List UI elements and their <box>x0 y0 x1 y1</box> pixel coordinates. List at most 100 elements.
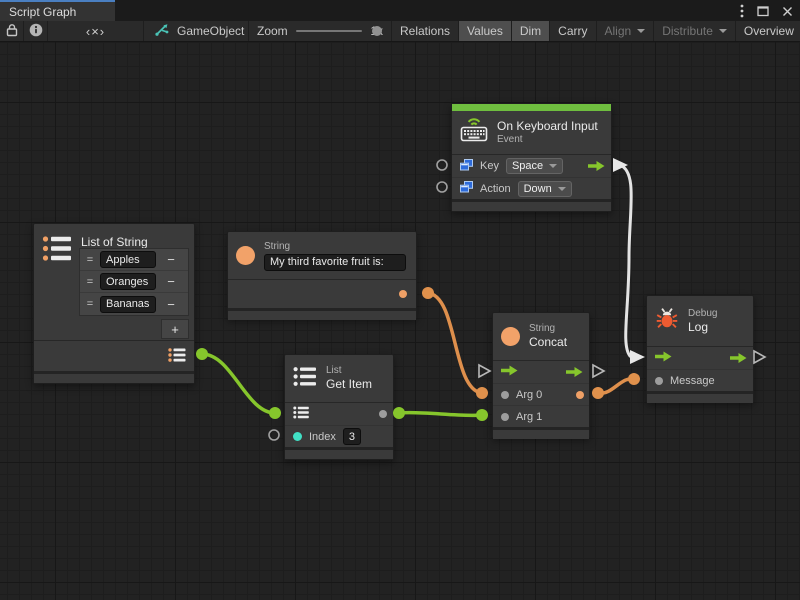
node-on-keyboard-input[interactable]: On Keyboard Input Event Key Space <box>451 103 612 212</box>
node-title: On Keyboard Input <box>497 119 598 134</box>
message-label: Message <box>670 375 715 387</box>
graph-canvas[interactable]: On Keyboard Input Event Key Space <box>0 42 800 600</box>
keyboard-icon <box>460 118 488 147</box>
node-get-item[interactable]: List Get Item Index 3 <box>284 354 394 460</box>
flow-input-port[interactable] <box>655 351 672 365</box>
remove-item-button[interactable]: − <box>156 297 186 312</box>
index-label: Index <box>309 431 336 443</box>
carry-button[interactable]: Carry <box>550 21 596 41</box>
unconnected-flow-triangle[interactable] <box>479 365 490 377</box>
lock-icon <box>6 23 18 40</box>
values-button[interactable]: Values <box>459 21 512 41</box>
unconnected-flow-triangle[interactable] <box>754 351 765 363</box>
list-input-row <box>285 403 393 425</box>
info-icon <box>29 23 43 40</box>
list-input-port[interactable] <box>293 406 309 422</box>
flow-row <box>647 347 753 369</box>
wire-list-to-getitem[interactable] <box>202 354 275 413</box>
lock-button[interactable] <box>0 21 24 41</box>
message-input-port[interactable] <box>655 377 663 385</box>
arg0-row: Arg 0 <box>493 383 589 405</box>
string-output-row <box>228 280 416 308</box>
flow-output-port[interactable] <box>588 161 605 172</box>
result-output-port[interactable] <box>576 391 584 399</box>
drag-handle[interactable]: = <box>80 254 100 266</box>
remove-item-button[interactable]: − <box>156 274 186 289</box>
node-header: On Keyboard Input Event <box>452 111 611 155</box>
tab-script-graph[interactable]: Script Graph <box>0 0 115 21</box>
carry-label: Carry <box>558 24 587 38</box>
node-footer <box>285 447 393 459</box>
node-category: String <box>529 323 567 335</box>
arg1-row: Arg 1 <box>493 405 589 427</box>
info-button[interactable] <box>24 21 48 41</box>
index-input-port[interactable] <box>293 432 302 441</box>
action-dropdown-value: Down <box>524 183 552 195</box>
drag-handle[interactable]: = <box>80 298 100 310</box>
string-type-icon <box>236 246 255 265</box>
index-field[interactable]: 3 <box>343 428 361 445</box>
string-value-field[interactable]: My third favorite fruit is: <box>264 254 406 271</box>
flow-output-port[interactable] <box>566 367 583 378</box>
node-concat[interactable]: String Concat Arg 0 Arg 1 <box>492 312 590 438</box>
list-icon <box>293 366 317 392</box>
zoom-label: Zoom <box>257 24 288 38</box>
list-item-row: = Bananas − <box>80 293 188 315</box>
chevron-down-icon <box>558 187 566 191</box>
dim-button[interactable]: Dim <box>512 21 550 41</box>
node-type-label: String <box>264 241 406 253</box>
maximize-icon[interactable] <box>757 5 769 17</box>
key-row: Key Space <box>452 155 611 177</box>
string-output-port[interactable] <box>399 290 407 298</box>
gameobject-context[interactable]: GameObject <box>144 21 249 41</box>
list-item-field[interactable]: Apples <box>100 251 156 268</box>
wire-concat-to-log[interactable] <box>598 379 634 394</box>
zoom-slider[interactable] <box>296 30 363 32</box>
node-category: Debug <box>688 308 717 320</box>
node-footer <box>452 199 611 211</box>
node-subtitle: Event <box>497 134 598 146</box>
zoom-control: Zoom 1x <box>249 21 392 41</box>
node-string-literal[interactable]: String My third favorite fruit is: <box>227 231 417 319</box>
wire-start-triangle <box>613 158 628 172</box>
remove-item-button[interactable]: − <box>156 252 186 267</box>
gameobject-label: GameObject <box>177 24 244 38</box>
relations-button[interactable]: Relations <box>392 21 459 41</box>
unconnected-flow-triangle[interactable] <box>593 365 604 377</box>
list-item-field[interactable]: Bananas <box>100 296 156 313</box>
arg1-input-port[interactable] <box>501 413 509 421</box>
zoom-slider-handle[interactable] <box>372 26 382 36</box>
menu-dots-icon[interactable] <box>740 4 744 18</box>
literal-icon <box>460 159 473 174</box>
drag-handle[interactable]: = <box>80 276 100 288</box>
item-output-port[interactable] <box>379 410 387 418</box>
wire-flow-keyboard-to-log[interactable] <box>620 165 631 356</box>
list-output-row <box>34 341 194 369</box>
node-list-of-string[interactable]: List of String = Apples − = Oranges − = <box>33 223 195 384</box>
key-dropdown[interactable]: Space <box>506 158 563 174</box>
flow-input-port[interactable] <box>501 365 518 379</box>
overview-button[interactable]: Overview <box>736 21 800 41</box>
code-view-button[interactable]: ‹×› <box>48 21 144 41</box>
arg0-input-port[interactable] <box>501 391 509 399</box>
wire-getitem-to-concat[interactable] <box>399 413 482 416</box>
add-item-button[interactable]: + <box>161 319 189 339</box>
node-header: List of String = Apples − = Oranges − = <box>34 224 194 341</box>
distribute-button[interactable]: Distribute <box>654 21 736 41</box>
unconnected-port-circle[interactable] <box>437 160 447 170</box>
overview-label: Overview <box>744 24 794 38</box>
values-label: Values <box>467 24 503 38</box>
list-item-field[interactable]: Oranges <box>100 273 156 290</box>
list-output-port[interactable] <box>168 348 186 363</box>
unconnected-port-circle[interactable] <box>437 182 447 192</box>
flow-row <box>493 361 589 383</box>
node-debug-log[interactable]: Debug Log Message <box>646 295 754 403</box>
align-button[interactable]: Align <box>597 21 655 41</box>
wire-string-to-concat[interactable] <box>428 293 482 393</box>
wire-endpoint <box>196 348 208 360</box>
action-dropdown[interactable]: Down <box>518 181 572 197</box>
close-icon[interactable] <box>782 6 793 17</box>
flow-output-port[interactable] <box>730 353 747 364</box>
key-dropdown-value: Space <box>512 160 543 172</box>
unconnected-port-circle[interactable] <box>269 430 279 440</box>
